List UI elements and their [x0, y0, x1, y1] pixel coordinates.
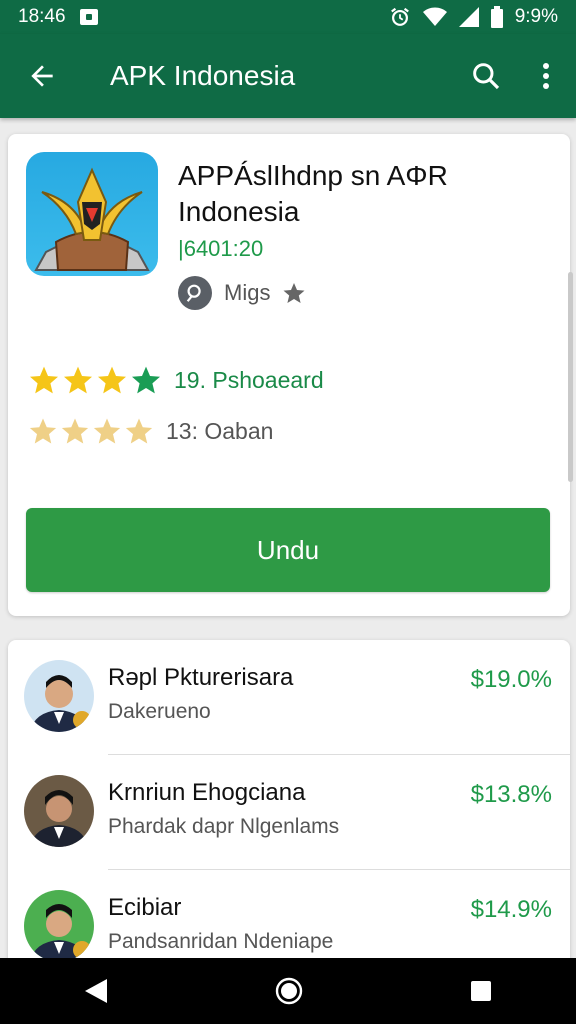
rating-stars [28, 416, 154, 446]
rating-stars [28, 364, 162, 396]
search-button[interactable] [456, 34, 516, 118]
star-filled-icon [30, 366, 58, 394]
list-item[interactable]: Rəpl Pkturerisara Dakerueno $19.0% [8, 640, 570, 754]
wifi-icon [422, 7, 447, 26]
nav-home-icon[interactable] [274, 976, 304, 1006]
list-item-subtitle: Pandsanridan Ndeniape [108, 930, 334, 953]
developer-search-icon [186, 284, 201, 302]
avatar [24, 890, 94, 962]
list-item-price: $19.0% [470, 666, 552, 693]
developer-name: Migs [224, 280, 271, 305]
app-name: APPÁslIhdnp sn AΦR Indonesia [178, 160, 448, 227]
more-vert-icon [543, 63, 549, 89]
avatar [24, 660, 94, 732]
avatar [24, 775, 94, 847]
rating-row-primary: 19. Pshoaeard [28, 364, 324, 396]
nav-back-icon[interactable] [83, 977, 109, 1005]
nav-recents-icon[interactable] [469, 979, 493, 1003]
developer-row[interactable]: Migs [178, 276, 306, 310]
rating-primary-text: 19. Pshoaeard [174, 366, 324, 393]
star-pale-icon [61, 418, 89, 444]
developer-avatar [178, 276, 212, 310]
star-icon [283, 283, 305, 303]
rating-secondary-text: 13: Oaban [166, 417, 274, 444]
page-title: APK Indonesia [110, 60, 296, 91]
list-item-name: Krnriun Ehogciana [108, 779, 306, 806]
star-pale-icon [125, 418, 153, 444]
list-item[interactable]: Krnriun Ehogciana Phardak dapr Nlgenlams… [8, 755, 570, 869]
scrollbar[interactable] [568, 272, 573, 482]
signal-icon [458, 7, 479, 27]
list-item-price: $13.8% [470, 781, 552, 808]
related-list-card: Rəpl Pkturerisara Dakerueno $19.0% Krnri… [8, 640, 570, 970]
battery-percent: 9:9% [514, 6, 558, 27]
star-pale-icon [29, 418, 57, 444]
arrow-back-icon [31, 65, 53, 87]
search-icon [473, 63, 500, 90]
list-item-name: Rəpl Pkturerisara [108, 664, 294, 691]
back-button[interactable] [0, 34, 84, 118]
list-item-name: Ecibiar [108, 894, 182, 921]
star-green-icon [132, 366, 160, 394]
image-notification-icon [79, 9, 98, 25]
garuda-emblem-icon [34, 167, 150, 271]
list-item-subtitle: Dakerueno [108, 700, 211, 723]
app-bar: APK Indonesia [0, 34, 576, 118]
battery-icon [490, 6, 503, 28]
app-detail-card: APPÁslIhdnp sn AΦR Indonesia |6401:20 Mi… [8, 134, 570, 616]
list-item-subtitle: Phardak dapr Nlgenlams [108, 815, 340, 838]
alarm-icon [390, 7, 409, 26]
list-item[interactable]: Ecibiar Pandsanridan Ndeniape $14.9% [8, 870, 570, 970]
star-filled-icon [98, 366, 126, 394]
star-filled-icon [64, 366, 92, 394]
rating-row-secondary: 13: Oaban [28, 416, 273, 446]
status-time: 18:46 [18, 6, 66, 27]
system-nav-bar [0, 958, 576, 1024]
status-bar: 18:46 9:9% [0, 0, 576, 34]
more-options-button[interactable] [516, 34, 576, 118]
star-pale-icon [93, 418, 121, 444]
app-version: |6401:20 [178, 236, 264, 261]
app-icon[interactable] [26, 152, 158, 276]
download-button[interactable]: Undu [26, 508, 550, 592]
list-item-price: $14.9% [470, 896, 552, 923]
